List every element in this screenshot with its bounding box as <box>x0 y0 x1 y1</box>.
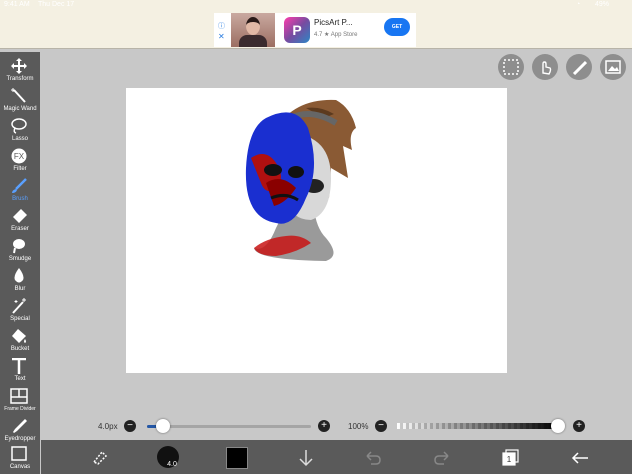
brush-size-thumb[interactable] <box>156 419 170 433</box>
tool-smudge[interactable]: Smudge <box>0 236 40 265</box>
status-battery: 49% <box>595 1 610 8</box>
tool-eraser[interactable]: Eraser <box>0 206 40 235</box>
tool-filter[interactable]: FX Filter <box>0 146 40 175</box>
selection-button[interactable] <box>498 54 524 80</box>
wifi-icon: ◔ <box>576 1 581 8</box>
status-date: Thu Dec 17 <box>38 1 75 8</box>
tool-text[interactable]: Text <box>0 356 40 385</box>
brush-icon <box>12 178 27 193</box>
ad-bar: ⓘ ✕ P PicsArt P... 4.7 ★ App Store GET <box>0 12 632 49</box>
star-icon: ★ <box>324 32 330 38</box>
frame-divider-icon <box>10 388 28 404</box>
smudge-icon <box>13 239 25 254</box>
brush-size-increase-button[interactable]: + <box>318 420 330 432</box>
tool-eyedropper[interactable]: Eyedropper <box>0 416 40 445</box>
image-icon <box>605 60 621 74</box>
layers-icon[interactable]: 1 <box>501 448 521 468</box>
magic-wand-icon <box>11 88 26 103</box>
dashed-selection-icon <box>503 59 519 75</box>
eyedropper-icon <box>13 419 27 433</box>
primary-color-swatch[interactable] <box>226 447 248 469</box>
opacity-decrease-button[interactable]: − <box>375 420 387 432</box>
ad-app-name: PicsArt P... <box>314 18 353 27</box>
status-time: 9:41 AM <box>4 1 30 8</box>
eraser-icon <box>13 209 27 223</box>
tool-magic-wand[interactable]: Magic Wand <box>0 86 40 115</box>
brush-size-preview[interactable]: 4.0 <box>156 445 180 469</box>
redo-icon[interactable] <box>432 448 452 468</box>
gesture-button[interactable] <box>532 54 558 80</box>
brush-size-track[interactable] <box>147 425 311 428</box>
tool-transform[interactable]: Transform <box>0 56 40 85</box>
brush-size-value: 4.0px <box>98 422 118 431</box>
tool-frame-divider[interactable]: Frame Divider <box>0 386 40 415</box>
sparkle-wand-icon <box>12 298 26 314</box>
brush-size-decrease-button[interactable]: − <box>124 420 136 432</box>
opacity-value: 100% <box>348 422 369 431</box>
svg-text:FX: FX <box>14 152 25 161</box>
lasso-icon <box>11 118 27 134</box>
droplet-icon <box>14 268 24 283</box>
svg-text:4.0: 4.0 <box>167 461 177 468</box>
tool-canvas[interactable]: Canvas <box>0 444 40 473</box>
tool-sidebar: Transform Magic Wand Lasso FX Filter Bru… <box>0 52 40 474</box>
canvas-icon <box>11 446 27 461</box>
ruler-icon <box>572 60 587 75</box>
opacity-thumb[interactable] <box>551 419 565 433</box>
tool-brush[interactable]: Brush <box>0 176 40 205</box>
ad-photo <box>231 13 275 47</box>
undo-icon[interactable] <box>363 448 383 468</box>
move-arrows-icon <box>11 58 27 74</box>
drawing-canvas[interactable] <box>126 88 507 373</box>
ruler-button[interactable] <box>566 54 592 80</box>
ad-get-button[interactable]: GET <box>384 18 410 36</box>
tool-lasso[interactable]: Lasso <box>0 116 40 145</box>
artwork-illustration <box>245 99 356 261</box>
tool-special[interactable]: Special <box>0 296 40 325</box>
ad-rating: 4.7 ★ App Store <box>314 32 358 38</box>
svg-text:1: 1 <box>507 455 512 464</box>
hand-pointer-icon <box>542 61 552 75</box>
opacity-increase-button[interactable]: + <box>573 420 585 432</box>
bottom-toolbar: 4.0 1 <box>41 440 632 474</box>
tool-mode-icon[interactable] <box>90 448 110 468</box>
ad-close-icon[interactable]: ✕ <box>218 32 225 41</box>
tool-blur[interactable]: Blur <box>0 266 40 295</box>
opacity-track[interactable] <box>397 423 559 429</box>
image-button[interactable] <box>600 54 626 80</box>
download-arrow-icon[interactable] <box>296 448 316 468</box>
picsart-logo-icon: P <box>284 17 310 43</box>
ad-banner[interactable]: ⓘ ✕ P PicsArt P... 4.7 ★ App Store GET <box>214 13 416 47</box>
fx-icon: FX <box>11 148 27 164</box>
status-bar: 9:41 AM Thu Dec 17 ◔ 49% <box>0 0 632 12</box>
tool-bucket[interactable]: Bucket <box>0 326 40 355</box>
back-arrow-icon[interactable] <box>570 448 590 468</box>
ad-info-icon[interactable]: ⓘ <box>218 21 225 31</box>
text-t-icon <box>12 358 26 374</box>
bucket-icon <box>12 329 26 343</box>
